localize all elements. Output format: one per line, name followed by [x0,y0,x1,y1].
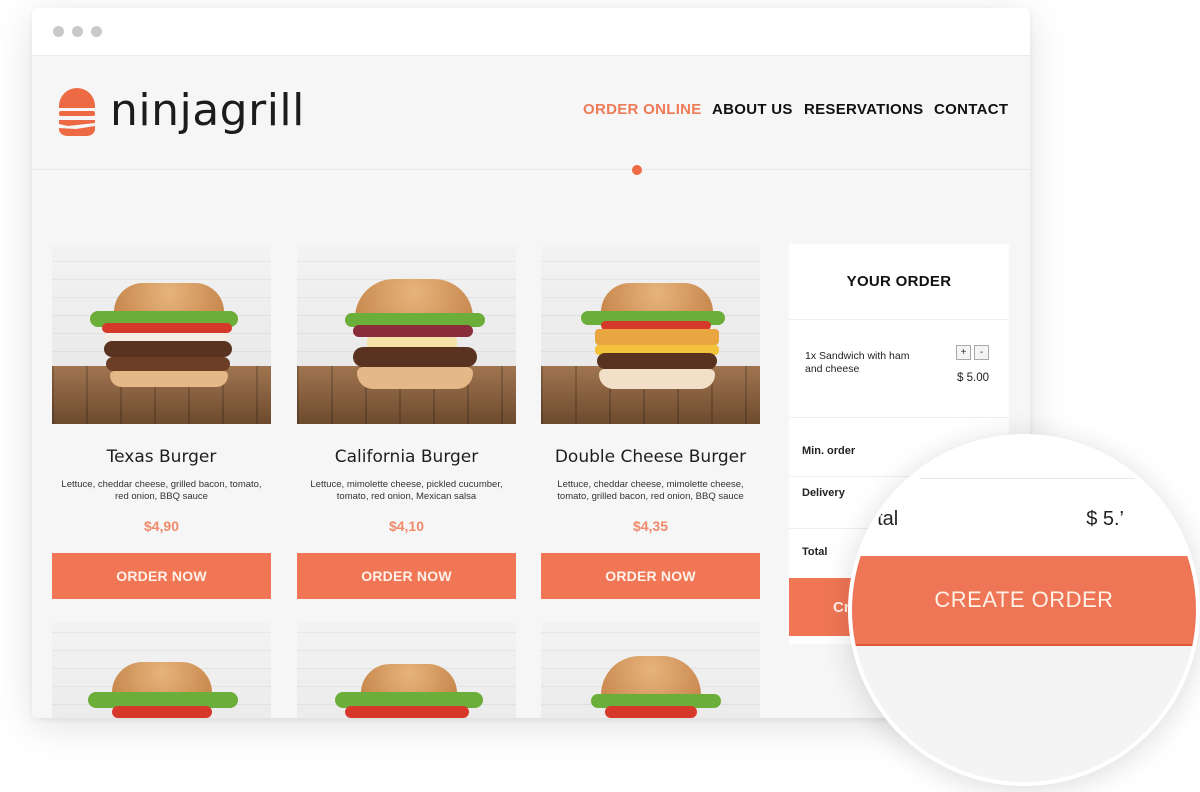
create-order-button-magnified[interactable]: CREATE ORDER [852,556,1196,646]
window-titlebar [32,8,1030,56]
nav-order-online[interactable]: ORDER ONLINE [583,101,702,118]
menu-item-image[interactable] [541,245,760,424]
header-divider [32,169,1030,170]
order-panel-title: YOUR ORDER [789,244,1009,320]
menu-item-price: $4,90 [143,518,180,534]
window-control-dot[interactable] [72,26,83,37]
menu-item-description: Lettuce, cheddar cheese, mimolette chees… [557,479,744,502]
order-now-button[interactable]: ORDER NOW [297,553,516,599]
magnifier-callout: otal $ 5.’ CREATE ORDER [848,434,1200,786]
menu-item-price: $4,35 [632,518,669,534]
nav-contact[interactable]: CONTACT [934,101,1008,118]
nav-reservations[interactable]: RESERVATIONS [804,101,923,118]
total-label: Total [802,546,828,558]
menu-item-card: Texas Burger Lettuce, cheddar cheese, gr… [52,245,271,599]
menu-item-image[interactable] [297,622,516,718]
decrease-quantity-button[interactable]: - [974,345,989,360]
magnified-total-label: otal [866,508,899,530]
menu-item-image[interactable] [52,622,271,718]
quantity-controls: + - [956,345,989,360]
menu-item-description: Lettuce, cheddar cheese, grilled bacon, … [61,479,262,502]
window-control-dot[interactable] [91,26,102,37]
delivery-label: Delivery [802,487,845,499]
menu-item-price: $4,10 [388,518,425,534]
brand-name: ninjagrill [110,85,305,136]
menu-item-image[interactable] [541,622,760,718]
magnified-total-value: $ 5.’ [1086,508,1124,530]
order-now-button[interactable]: ORDER NOW [541,553,760,599]
window-control-dot[interactable] [53,26,64,37]
order-now-button[interactable]: ORDER NOW [52,553,271,599]
menu-item-description: Lettuce, mimolette cheese, pickled cucum… [310,479,503,502]
menu-item-image[interactable] [297,245,516,424]
order-item-price: $ 5.00 [957,372,989,384]
menu-item-title: Texas Burger [106,447,217,467]
active-nav-indicator [632,165,642,175]
order-line-item: 1x Sandwich with ham and cheese + - $ 5.… [789,320,1009,418]
menu-item-card: California Burger Lettuce, mimolette che… [297,245,516,599]
menu-item-title: Double Cheese Burger [554,447,747,467]
menu-item-image[interactable] [52,245,271,424]
brand-logo[interactable]: ninjagrill [56,84,305,138]
increase-quantity-button[interactable]: + [956,345,971,360]
order-item-name: 1x Sandwich with ham and cheese [805,350,910,375]
menu-item-title: California Burger [334,447,479,467]
burger-logo-icon [59,88,95,137]
nav-about-us[interactable]: ABOUT US [712,101,793,118]
summary-divider [920,478,1136,479]
min-order-label: Min. order [802,445,856,457]
menu-item-card: Double Cheese Burger Lettuce, cheddar ch… [541,245,760,599]
